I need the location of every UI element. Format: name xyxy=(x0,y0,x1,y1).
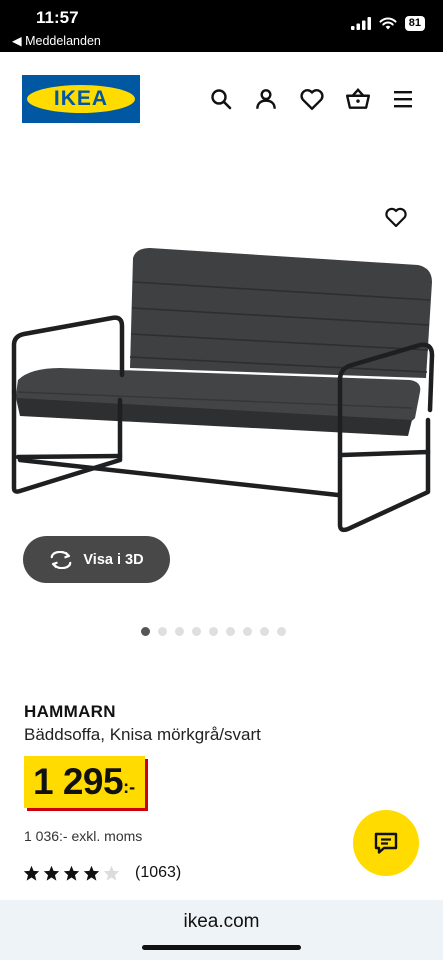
star-empty-icon xyxy=(103,865,120,881)
header-actions xyxy=(209,86,415,112)
chat-icon xyxy=(374,832,398,854)
carousel-dot[interactable] xyxy=(277,627,286,636)
search-icon[interactable] xyxy=(209,87,233,111)
carousel-dot[interactable] xyxy=(175,627,184,636)
menu-icon[interactable] xyxy=(391,88,415,110)
carousel-dot[interactable] xyxy=(158,627,167,636)
basket-icon[interactable] xyxy=(345,87,371,111)
carousel-dot[interactable] xyxy=(192,627,201,636)
back-to-app-link[interactable]: ◀ Meddelanden xyxy=(12,33,101,48)
favorite-heart-icon[interactable] xyxy=(384,206,408,233)
wifi-icon xyxy=(379,17,397,30)
ikea-logo[interactable]: IKEA xyxy=(22,75,140,123)
rotate-3d-icon xyxy=(51,550,72,569)
review-count: (1063) xyxy=(135,864,182,881)
carousel-dot[interactable] xyxy=(243,627,252,636)
carousel-dot[interactable] xyxy=(260,627,269,636)
product-rating[interactable]: (1063) xyxy=(23,864,181,882)
carousel-dot[interactable] xyxy=(226,627,235,636)
product-name: HAMMARN xyxy=(24,702,116,721)
price-suffix: :- xyxy=(123,777,136,797)
signal-icon xyxy=(350,17,371,30)
browser-bottom-bar: ikea.com xyxy=(0,900,443,960)
site-header: IKEA xyxy=(0,52,443,148)
heart-icon[interactable] xyxy=(299,87,325,111)
star-filled-icon xyxy=(63,865,80,881)
price-main: 1 295 xyxy=(33,761,124,802)
chat-button[interactable] xyxy=(353,810,419,876)
view-in-3d-label: Visa i 3D xyxy=(83,551,144,568)
profile-icon[interactable] xyxy=(253,86,279,112)
logo-text: IKEA xyxy=(53,87,109,110)
view-in-3d-button[interactable]: Visa i 3D xyxy=(23,536,170,583)
product-description: Bäddsoffa, Knisa mörkgrå/svart xyxy=(24,725,261,744)
status-bar: 11:57 ◀ Meddelanden 81 xyxy=(0,0,443,52)
image-carousel-indicator xyxy=(141,627,286,636)
price-tag: 1 295 :- xyxy=(24,756,146,808)
battery-indicator: 81 xyxy=(404,16,425,31)
browser-url[interactable]: ikea.com xyxy=(0,911,443,933)
star-filled-icon xyxy=(43,865,60,881)
carousel-dot[interactable] xyxy=(141,627,150,636)
star-filled-icon xyxy=(23,865,40,881)
product-image-sofa[interactable] xyxy=(0,240,443,540)
status-indicators: 81 xyxy=(350,16,425,31)
carousel-dot[interactable] xyxy=(209,627,218,636)
star-filled-icon xyxy=(83,865,100,881)
logo-oval: IKEA xyxy=(27,85,135,113)
price-excl-vat: 1 036:- exkl. moms xyxy=(24,828,143,844)
status-time: 11:57 xyxy=(36,8,79,27)
home-indicator[interactable] xyxy=(142,945,301,950)
